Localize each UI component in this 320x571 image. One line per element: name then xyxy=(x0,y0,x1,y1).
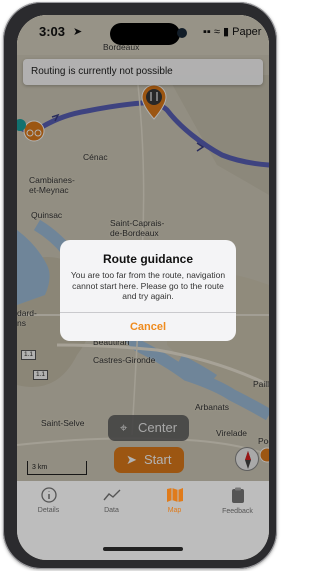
chart-icon xyxy=(102,489,120,501)
clipboard-icon xyxy=(231,487,244,503)
tab-details[interactable]: Details xyxy=(17,487,80,514)
tab-feedback[interactable]: Feedback xyxy=(206,487,269,515)
info-icon xyxy=(40,487,57,503)
route-guidance-dialog: Route guidance You are too far from the … xyxy=(60,240,236,341)
home-indicator xyxy=(103,547,183,551)
cancel-button[interactable]: Cancel xyxy=(60,313,236,341)
phone-screen: Bordeaux Cénac Cambianes- et-Meynac Quin… xyxy=(17,15,269,560)
tab-details-label: Details xyxy=(37,507,60,514)
tab-feedback-label: Feedback xyxy=(222,508,253,515)
tab-map-label: Map xyxy=(167,507,182,514)
tab-map[interactable]: Map xyxy=(143,487,206,514)
dialog-message: You are too far from the route, navigati… xyxy=(70,270,226,301)
map-icon xyxy=(166,488,183,502)
dialog-title: Route guidance xyxy=(102,252,193,266)
tab-data-label: Data xyxy=(104,507,119,514)
phone-frame: Bordeaux Cénac Cambianes- et-Meynac Quin… xyxy=(3,2,277,569)
tab-data[interactable]: Data xyxy=(80,487,143,514)
